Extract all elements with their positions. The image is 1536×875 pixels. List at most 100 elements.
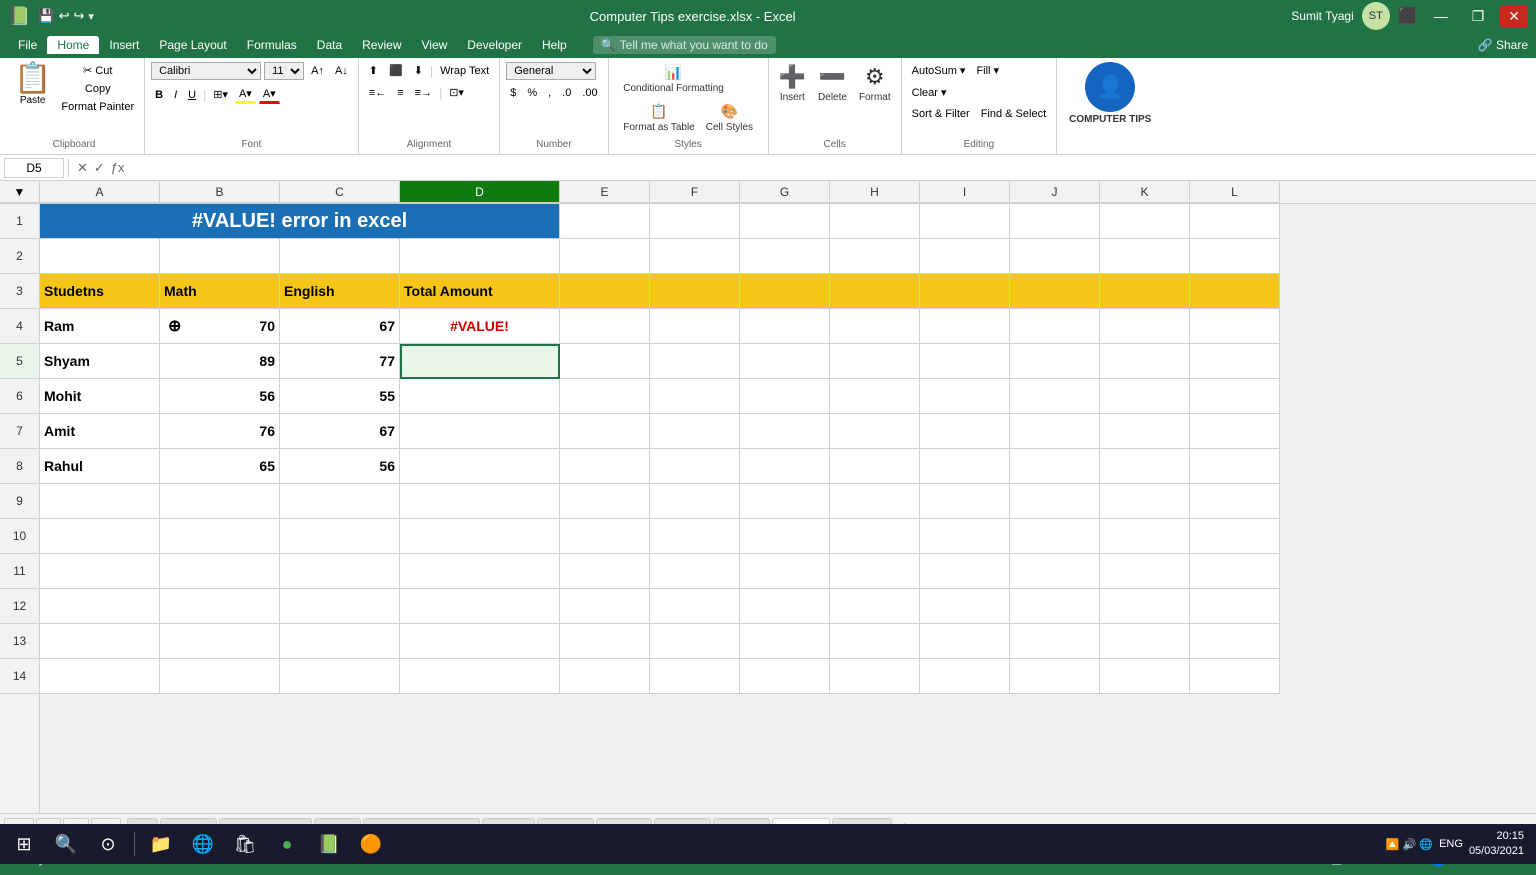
tab-file[interactable]: File <box>8 36 47 54</box>
cell-e13[interactable] <box>560 624 650 659</box>
col-header-b[interactable]: B <box>160 181 280 203</box>
cell-l1[interactable] <box>1190 204 1280 239</box>
col-header-d[interactable]: D <box>400 181 560 203</box>
cell-i12[interactable] <box>920 589 1010 624</box>
cell-j3[interactable] <box>1010 274 1100 309</box>
cell-f5[interactable] <box>650 344 740 379</box>
conditional-formatting-button[interactable]: 📊 Conditional Formatting <box>619 62 728 96</box>
cell-i3[interactable] <box>920 274 1010 309</box>
row-num-14[interactable]: 14 <box>0 659 39 694</box>
cut-button[interactable]: ✂ Cut <box>57 62 138 79</box>
cell-a13[interactable] <box>40 624 160 659</box>
cell-h8[interactable] <box>830 449 920 484</box>
cell-e10[interactable] <box>560 519 650 554</box>
cell-j1[interactable] <box>1010 204 1100 239</box>
paste-button[interactable]: 📋 Paste <box>10 62 55 108</box>
cell-a5[interactable]: Shyam <box>40 344 160 379</box>
cell-k2[interactable] <box>1100 239 1190 274</box>
row-num-13[interactable]: 13 <box>0 624 39 659</box>
excel-taskbar-button[interactable]: 📗 <box>309 826 349 862</box>
cell-c13[interactable] <box>280 624 400 659</box>
formula-insert-icon[interactable]: ƒx <box>111 160 125 176</box>
store-button[interactable]: 🛍 <box>225 826 265 862</box>
tab-view[interactable]: View <box>412 36 458 54</box>
underline-button[interactable]: U <box>184 87 200 103</box>
cell-a3[interactable]: Studetns <box>40 274 160 309</box>
cell-a11[interactable] <box>40 554 160 589</box>
cell-h2[interactable] <box>830 239 920 274</box>
cell-g13[interactable] <box>740 624 830 659</box>
col-header-c[interactable]: C <box>280 181 400 203</box>
row-num-8[interactable]: 8 <box>0 449 39 484</box>
share-button[interactable]: 🔗 Share <box>1478 38 1528 52</box>
quick-access-redo[interactable]: ↪ <box>74 8 85 24</box>
cell-l6[interactable] <box>1190 379 1280 414</box>
cell-b6[interactable]: 56 <box>160 379 280 414</box>
cell-l7[interactable] <box>1190 414 1280 449</box>
cell-c6[interactable]: 55 <box>280 379 400 414</box>
cell-e11[interactable] <box>560 554 650 589</box>
wrap-text-button[interactable]: Wrap Text <box>436 63 493 79</box>
cell-e3[interactable] <box>560 274 650 309</box>
task-view-button[interactable]: ⊙ <box>88 826 128 862</box>
cell-e6[interactable] <box>560 379 650 414</box>
cell-d3[interactable]: Total Amount <box>400 274 560 309</box>
row-num-1[interactable]: 1 <box>0 204 39 239</box>
tab-developer[interactable]: Developer <box>457 36 532 54</box>
ribbon-display-options-icon[interactable]: ⬛ <box>1398 6 1418 26</box>
cell-h1[interactable] <box>830 204 920 239</box>
cell-l10[interactable] <box>1190 519 1280 554</box>
cell-g3[interactable] <box>740 274 830 309</box>
cell-j11[interactable] <box>1010 554 1100 589</box>
cell-g6[interactable] <box>740 379 830 414</box>
restore-button[interactable]: ❐ <box>1464 6 1493 27</box>
cell-b4[interactable]: ⊕ 70 <box>160 309 280 344</box>
cell-d6[interactable] <box>400 379 560 414</box>
quick-access-save[interactable]: 💾 <box>38 8 54 24</box>
cell-k8[interactable] <box>1100 449 1190 484</box>
cell-c3[interactable]: English <box>280 274 400 309</box>
cell-d13[interactable] <box>400 624 560 659</box>
cell-d8[interactable] <box>400 449 560 484</box>
autosum-button[interactable]: AutoSum ▾ <box>908 62 970 79</box>
cell-i9[interactable] <box>920 484 1010 519</box>
cell-a7[interactable]: Amit <box>40 414 160 449</box>
decrease-decimal-button[interactable]: .00 <box>578 85 601 101</box>
col-header-l[interactable]: L <box>1190 181 1280 203</box>
cell-b8[interactable]: 65 <box>160 449 280 484</box>
cell-g7[interactable] <box>740 414 830 449</box>
row-num-11[interactable]: 11 <box>0 554 39 589</box>
row-num-12[interactable]: 12 <box>0 589 39 624</box>
cell-l8[interactable] <box>1190 449 1280 484</box>
cell-g8[interactable] <box>740 449 830 484</box>
powerpoint-button[interactable]: 🟠 <box>351 826 391 862</box>
file-explorer-button[interactable]: 📁 <box>141 826 181 862</box>
search-taskbar-button[interactable]: 🔍 <box>46 826 86 862</box>
formula-input[interactable] <box>129 161 1532 175</box>
cell-c10[interactable] <box>280 519 400 554</box>
tab-help[interactable]: Help <box>532 36 577 54</box>
cell-d7[interactable] <box>400 414 560 449</box>
copy-button[interactable]: Copy <box>57 81 138 97</box>
cell-g5[interactable] <box>740 344 830 379</box>
user-name[interactable]: Sumit Tyagi <box>1291 9 1353 23</box>
cell-a6[interactable]: Mohit <box>40 379 160 414</box>
find-select-button[interactable]: Find & Select <box>977 106 1050 122</box>
format-painter-button[interactable]: Format Painter <box>57 99 138 115</box>
cell-e9[interactable] <box>560 484 650 519</box>
cell-f7[interactable] <box>650 414 740 449</box>
cell-i4[interactable] <box>920 309 1010 344</box>
cell-l12[interactable] <box>1190 589 1280 624</box>
start-button[interactable]: ⊞ <box>4 826 44 862</box>
cell-c5[interactable]: 77 <box>280 344 400 379</box>
cell-a8[interactable]: Rahul <box>40 449 160 484</box>
border-button[interactable]: ⊞▾ <box>209 86 232 103</box>
cell-j4[interactable] <box>1010 309 1100 344</box>
cell-g12[interactable] <box>740 589 830 624</box>
fill-color-button[interactable]: A▾ <box>235 85 256 104</box>
increase-decimal-button[interactable]: .0 <box>558 85 575 101</box>
cell-c9[interactable] <box>280 484 400 519</box>
cell-l11[interactable] <box>1190 554 1280 589</box>
cell-e5[interactable] <box>560 344 650 379</box>
close-button[interactable]: ✕ <box>1500 6 1528 27</box>
